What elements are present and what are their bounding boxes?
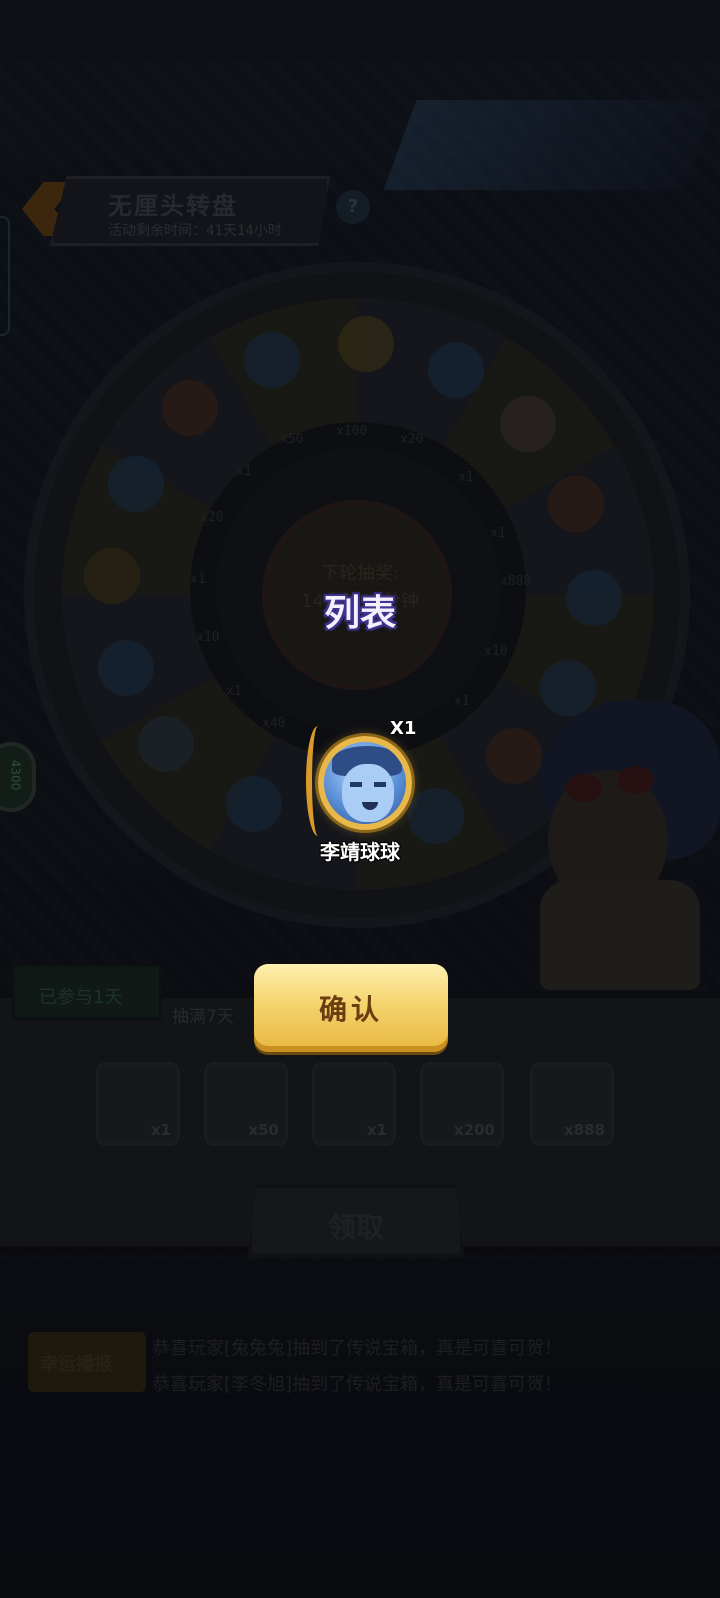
confirm-button[interactable]: 确认 xyxy=(254,964,448,1052)
avatar-eye xyxy=(350,782,362,787)
li-jing-ball-avatar-icon xyxy=(318,736,412,830)
avatar-eye xyxy=(374,782,386,787)
confirm-button-label: 确认 xyxy=(318,994,383,1025)
reward-quantity: X1 xyxy=(390,718,417,739)
reward-name: 李靖球球 xyxy=(320,840,400,864)
avatar-face xyxy=(342,764,394,822)
popup-title: 列表 xyxy=(323,593,396,634)
